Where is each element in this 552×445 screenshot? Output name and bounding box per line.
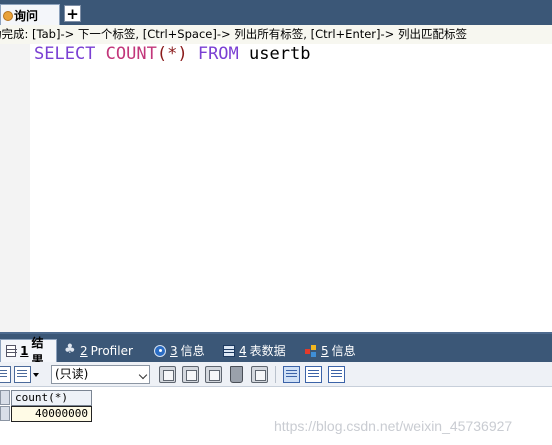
- plus-icon: +: [66, 4, 79, 23]
- table-name: usertb: [249, 44, 311, 64]
- grid-icon: [6, 345, 18, 357]
- watermark-text: https://blog.csdn.net/weixin_45736927: [274, 418, 513, 434]
- result-tab-bar: 1 结果 2 Profiler 3 信息 4 表数据 5 信息: [0, 332, 552, 367]
- duplicate-row-icon[interactable]: [182, 366, 199, 383]
- tab-profiler-number: 2: [80, 343, 88, 358]
- save-icon[interactable]: [205, 366, 222, 383]
- tab-table-data-label: 表数据: [249, 344, 286, 358]
- results-toolbar: (只读): [0, 362, 552, 387]
- tab-table-data[interactable]: 4 表数据: [218, 339, 291, 362]
- result-grid: count(*) 40000000: [0, 388, 552, 445]
- editor-gutter: [0, 44, 30, 332]
- add-row-icon[interactable]: [159, 366, 176, 383]
- tab-query-label: 询问: [14, 8, 39, 23]
- tab-profiler[interactable]: 2 Profiler: [59, 339, 138, 362]
- delete-icon[interactable]: [230, 366, 243, 383]
- tab-messages-label: 信息: [180, 344, 205, 358]
- code-line[interactable]: SELECT COUNT(*) FROM usertb: [34, 44, 310, 64]
- function-args: (*): [156, 44, 188, 64]
- toolbar-divider: [275, 366, 276, 383]
- tab-results[interactable]: 1 结果: [0, 336, 57, 367]
- tab-query[interactable]: 询问: [0, 4, 60, 25]
- view-mode-dropdown-icon[interactable]: [33, 373, 39, 377]
- form-view-icon[interactable]: [305, 366, 322, 383]
- text-view-icon[interactable]: [328, 366, 345, 383]
- query-icon: [3, 9, 13, 21]
- keyword-select: SELECT: [34, 44, 96, 64]
- autocomplete-hint-text: 动完成: [Tab]-> 下一个标签, [Ctrl+Space]-> 列出所有标…: [0, 27, 467, 41]
- grid-view-icon[interactable]: [283, 366, 300, 383]
- tab-table-data-number: 4: [239, 343, 247, 358]
- autocomplete-hint-bar: 动完成: [Tab]-> 下一个标签, [Ctrl+Space]-> 列出所有标…: [0, 25, 552, 44]
- column-header[interactable]: count(*): [11, 390, 92, 406]
- view-mode-icon[interactable]: [14, 366, 31, 383]
- read-only-select[interactable]: (只读): [51, 365, 150, 384]
- info-icon: [154, 344, 166, 357]
- new-tab-button[interactable]: +: [64, 5, 81, 22]
- function-count: COUNT: [105, 44, 157, 64]
- cancel-changes-icon[interactable]: [251, 366, 268, 383]
- table-icon: [223, 344, 235, 357]
- keyword-from: FROM: [197, 44, 239, 64]
- tab-messages[interactable]: 3 信息: [149, 339, 210, 362]
- row-header[interactable]: [0, 406, 10, 421]
- read-only-select-value: (只读): [55, 367, 89, 381]
- tab-info-label: 信息: [331, 344, 356, 358]
- sql-editor[interactable]: SELECT COUNT(*) FROM usertb: [0, 44, 552, 332]
- select-all-corner[interactable]: [0, 390, 10, 405]
- multi-info-icon: [305, 345, 317, 357]
- chevron-down-icon: [138, 370, 148, 380]
- tab-info[interactable]: 5 信息: [300, 339, 361, 362]
- tab-profiler-label: Profiler: [90, 343, 133, 358]
- export-icon[interactable]: [0, 366, 11, 383]
- profiler-icon: [64, 342, 76, 357]
- tab-results-number: 1: [20, 344, 29, 358]
- query-tab-bar: 询问 +: [0, 0, 552, 25]
- tab-info-number: 5: [321, 343, 329, 358]
- tab-messages-number: 3: [170, 343, 178, 358]
- table-cell[interactable]: 40000000: [11, 406, 92, 422]
